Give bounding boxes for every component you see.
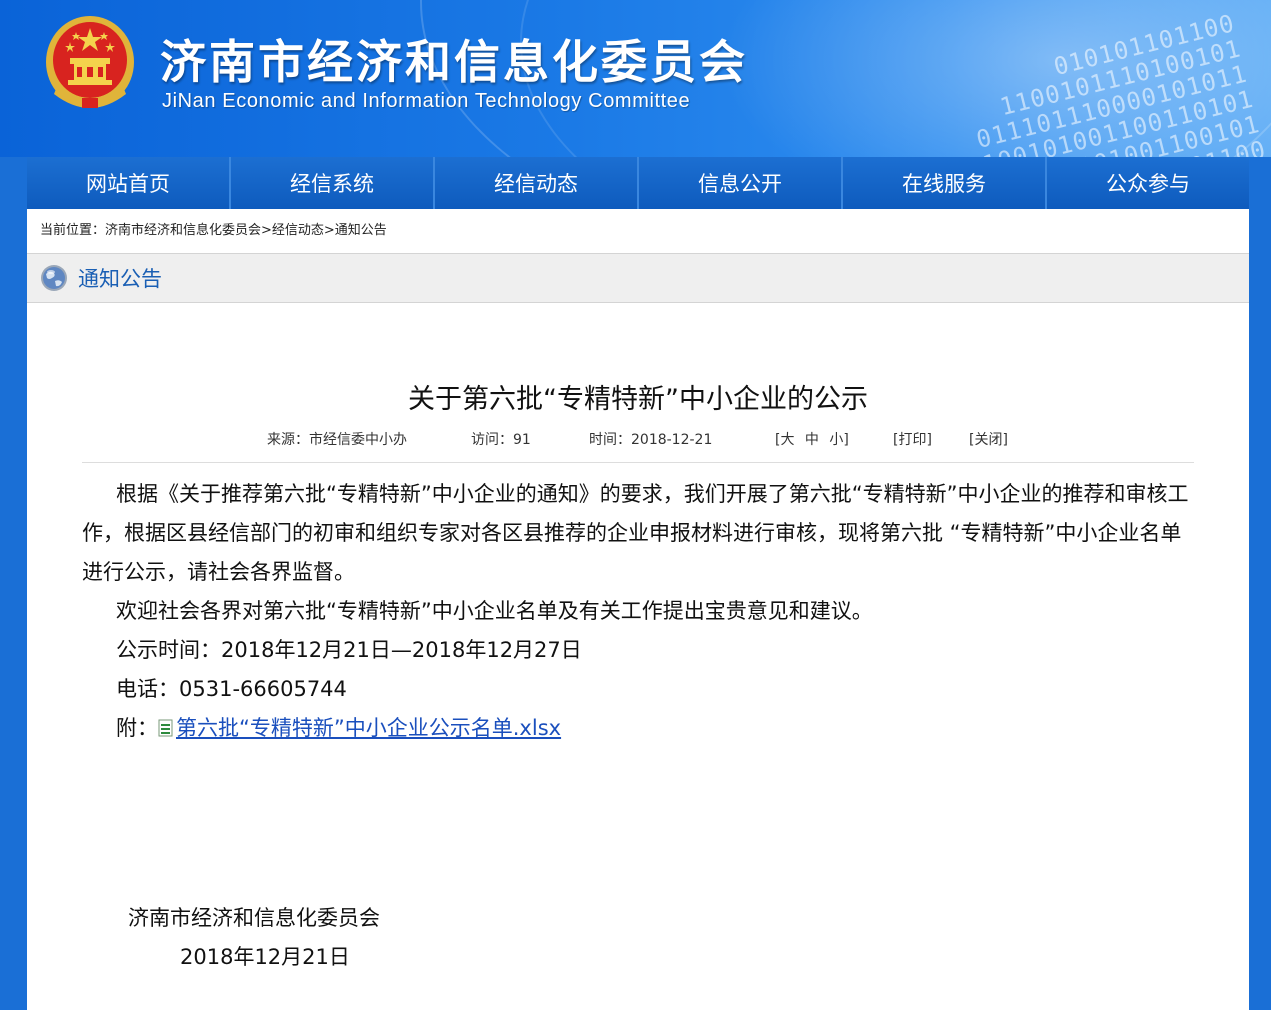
attachment-prefix: 附： [116, 716, 158, 740]
breadcrumb: 当前位置：济南市经济和信息化委员会>经信动态>通知公告 [40, 223, 387, 238]
nav-item-disclosure[interactable]: 信息公开 [639, 157, 843, 209]
site-subtitle: JiNan Economic and Information Technolog… [162, 90, 691, 112]
divider [82, 462, 1194, 463]
national-emblem-icon [46, 16, 134, 108]
nav-item-news[interactable]: 经信动态 [435, 157, 639, 209]
article-title: 关于第六批“专精特新”中小企业的公示 [408, 384, 868, 415]
excel-file-icon [158, 719, 173, 737]
meta-visits: 访问：91 [471, 432, 531, 448]
content-panel: 当前位置：济南市经济和信息化委员会>经信动态>通知公告 通知公告 关于第六批“专… [27, 209, 1249, 1010]
meta-time: 时间：2018-12-21 [589, 432, 713, 448]
paragraph-intro: 根据《关于推荐第六批“专精特新”中小企业的通知》的要求，我们开展了第六批“专精特… [82, 482, 1189, 584]
nav-item-system[interactable]: 经信系统 [231, 157, 435, 209]
signature-org: 济南市经济和信息化委员会 [128, 906, 380, 930]
print-link[interactable]: [打印] [893, 429, 969, 449]
paragraph-welcome: 欢迎社会各界对第六批“专精特新”中小企业名单及有关工作提出宝贵意见和建议。 [116, 599, 873, 623]
nav-item-home[interactable]: 网站首页 [27, 157, 231, 209]
site-title: 济南市经济和信息化委员会 [160, 35, 748, 89]
nav-item-online-service[interactable]: 在线服务 [843, 157, 1047, 209]
attachment-link[interactable]: 第六批“专精特新”中小企业公示名单.xlsx [176, 716, 561, 740]
attachment-row: 附： 第六批“专精特新”中小企业公示名单.xlsx [82, 709, 1202, 748]
article-body: 根据《关于推荐第六批“专精特新”中小企业的通知》的要求，我们开展了第六批“专精特… [82, 475, 1202, 748]
publicity-period: 公示时间：2018年12月21日—2018年12月27日 [116, 638, 582, 662]
main-nav: 网站首页 经信系统 经信动态 信息公开 在线服务 公众参与 [27, 157, 1249, 209]
signature-date: 2018年12月21日 [180, 945, 350, 969]
close-link[interactable]: [关闭] [969, 429, 1008, 449]
signature-block: 济南市经济和信息化委员会 2018年12月21日 [128, 899, 380, 977]
header-banner: 010101101100 1100101110100101 0111011100… [0, 0, 1271, 157]
article-meta: 来源：市经信委中小办 访问：91 时间：2018-12-21 [大 中 小] [… [267, 429, 1008, 449]
section-header: 通知公告 [27, 253, 1249, 303]
meta-source: 来源：市经信委中小办 [267, 432, 407, 448]
font-size-switcher[interactable]: [大 中 小] [775, 429, 893, 449]
section-title: 通知公告 [78, 267, 162, 291]
globe-icon [41, 265, 67, 291]
contact-phone: 电话：0531-66605744 [116, 677, 347, 701]
nav-item-participation[interactable]: 公众参与 [1047, 157, 1249, 209]
